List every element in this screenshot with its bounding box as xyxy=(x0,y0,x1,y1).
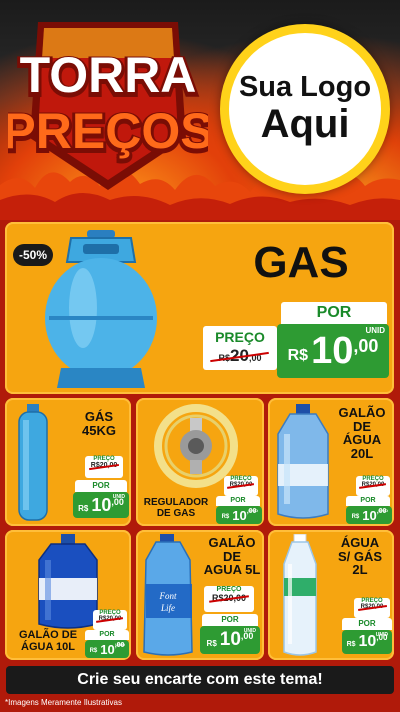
new-price: UNID R$ 10 ,00 xyxy=(346,506,392,524)
title-line2-face: PREÇOS xyxy=(8,103,208,159)
product-name: GÁS 45KG xyxy=(82,409,116,438)
cta-banner[interactable]: Crie seu encarte com este tema! xyxy=(6,666,394,694)
title-line1-face: TORRA xyxy=(20,47,197,103)
gas-45kg-cylinder-image xyxy=(18,404,48,521)
featured-old-price: R$20,00 xyxy=(203,346,277,366)
new-price: UNID R$ 10 ,00 xyxy=(216,506,262,524)
water-jug-20l-image xyxy=(277,404,329,519)
brand-logo-placeholder[interactable]: Sua Logo Aqui xyxy=(220,24,390,194)
new-price: UNID R$ 10 ,00 xyxy=(342,630,392,654)
product-card[interactable]: REGULADOR DE GAS PREÇO R$20,00 POR UNID R… xyxy=(136,398,264,526)
hero-banner: TORRA TORRA PREÇOS PREÇOS Sua Logo Aqui xyxy=(0,0,400,220)
product-name: ÁGUA S/ GÁS 2L xyxy=(337,535,383,578)
featured-new-price: UNID R$ 10 ,00 xyxy=(277,324,389,378)
torra-precos-logo: TORRA TORRA PREÇOS PREÇOS xyxy=(8,22,208,190)
product-card[interactable]: GALÃO DE ÁGUA 10L PREÇO R$20,00 POR UNID … xyxy=(5,530,131,660)
featured-product-card[interactable]: -50% GAS POR PREÇO R$20,00 UNID R$ 10 ,0… xyxy=(5,222,394,394)
water-jug-10l-image xyxy=(38,534,98,629)
por-label: POR xyxy=(75,480,127,492)
product-card[interactable]: GÁS 45KG PREÇO R$20,00 POR UNID R$ 10 ,00 xyxy=(5,398,131,526)
por-label: POR xyxy=(346,496,390,506)
featured-price-label: PREÇO xyxy=(215,329,265,345)
featured-price-dec: ,00 xyxy=(353,336,379,356)
disclaimer-text: *Imagens Meramente Ilustrativas xyxy=(5,698,122,707)
gas-cylinder-image xyxy=(45,230,157,388)
product-name: GALÃO DE ÁGUA 20L xyxy=(338,405,386,461)
font-life-label-2: Life xyxy=(160,603,175,613)
product-card[interactable]: ÁGUA S/ GÁS 2L PREÇO R$20,00 POR UNID R$ 1… xyxy=(268,530,394,660)
font-life-label-1: Font xyxy=(159,591,177,601)
old-price-box: PREÇO R$20,00 xyxy=(354,598,390,618)
product-name: REGULADOR DE GAS xyxy=(143,497,209,519)
featured-old-price-box: PREÇO R$20,00 xyxy=(203,326,277,370)
old-price-box: PREÇO R$20,00 xyxy=(356,476,390,496)
featured-price-int: 10 xyxy=(311,329,354,372)
product-name: GALÃO DE AGUA 5L xyxy=(203,535,261,578)
water-bottle-2l-image xyxy=(283,534,317,656)
new-price: UNID R$ 10 ,00 xyxy=(73,492,129,518)
water-bottle-5l-image: Font Life xyxy=(143,534,193,656)
old-price-box: PREÇO R$20,00 xyxy=(85,456,123,478)
product-card[interactable]: GALÃO DE ÁGUA 20L PREÇO R$20,00 POR UNID R$… xyxy=(268,398,394,526)
featured-currency: R$ xyxy=(287,347,309,364)
new-price: UNID R$ 10 ,00 xyxy=(85,640,129,658)
featured-product-name: GAS xyxy=(253,238,349,287)
featured-unit-label: UNID xyxy=(365,326,385,335)
featured-por-label: POR xyxy=(281,302,387,324)
por-label: POR xyxy=(85,630,129,640)
por-label: POR xyxy=(202,614,258,626)
logo-line1: Sua Logo xyxy=(238,70,372,103)
product-name: GALÃO DE ÁGUA 10L xyxy=(18,629,78,653)
por-label: POR xyxy=(216,496,260,506)
old-price-box: PREÇO R$20,00 xyxy=(204,586,254,612)
por-label: POR xyxy=(342,618,392,630)
old-price-box: PREÇO R$20,00 xyxy=(93,610,127,630)
logo-line2: Aqui xyxy=(260,102,350,147)
new-price: UNID R$ 10 ,00 xyxy=(200,626,260,654)
product-card[interactable]: Font Life GALÃO DE AGUA 5L PREÇO R$20,00 P… xyxy=(136,530,264,660)
old-price-box: PREÇO R$20,00 xyxy=(224,476,258,496)
